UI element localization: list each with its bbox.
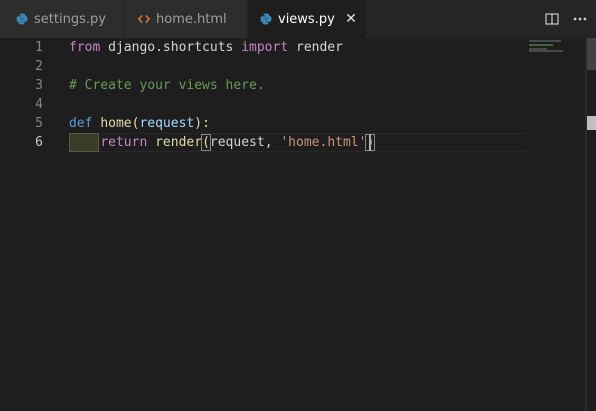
arguments: request,: [209, 135, 281, 150]
code-line-5: def home(request):: [69, 114, 210, 133]
minimap-line: [529, 40, 561, 42]
close-icon[interactable]: ✕: [344, 12, 358, 26]
editor-tab-bar: settings.py home.html views.py ✕: [0, 0, 596, 38]
html-icon: [137, 13, 151, 25]
minimap-line: [529, 50, 563, 52]
parameter: request: [139, 116, 195, 131]
line-number: 5: [35, 116, 43, 131]
code-text: django.shortcuts: [100, 40, 242, 55]
vertical-scrollbar[interactable]: [586, 38, 596, 411]
function-name: home: [100, 116, 132, 131]
bracket-match: (: [201, 134, 211, 151]
scrollbar-thumb[interactable]: [587, 38, 596, 70]
keyword: from: [69, 40, 101, 55]
line-number-gutter: 1 2 3 4 5 6: [0, 38, 50, 411]
tab-settings-py[interactable]: settings.py: [0, 0, 124, 38]
line-number: 2: [35, 59, 43, 74]
tab-home-html[interactable]: home.html: [124, 0, 248, 38]
keyword: return: [100, 135, 148, 150]
python-icon: [16, 13, 28, 25]
line-number: 4: [35, 97, 43, 112]
tab-label: home.html: [156, 11, 227, 27]
string-literal: 'home.html': [280, 135, 367, 150]
code-text: render: [288, 40, 343, 55]
editor-actions: [538, 0, 596, 38]
minimap-line: [529, 44, 553, 46]
function-name: render: [147, 135, 203, 150]
code-line-6: return render(request, 'home.html'): [69, 133, 376, 152]
paren: ):: [194, 116, 210, 131]
python-icon: [260, 13, 272, 25]
split-editor-icon[interactable]: [538, 5, 566, 33]
tab-views-py[interactable]: views.py ✕: [248, 0, 366, 38]
code-editor[interactable]: 1 2 3 4 5 6 from django.shortcuts import…: [0, 38, 596, 411]
tab-label: settings.py: [34, 11, 106, 27]
line-number: 1: [35, 40, 43, 55]
tab-label: views.py: [278, 11, 335, 27]
cursor-position-marker: [587, 116, 596, 130]
text-cursor: [369, 134, 371, 151]
line-number: 3: [35, 78, 43, 93]
more-actions-icon[interactable]: [566, 5, 594, 33]
code-line-3: # Create your views here.: [69, 78, 265, 93]
line-number: 6: [35, 135, 43, 150]
keyword: import: [241, 40, 289, 55]
keyword: def: [69, 116, 93, 131]
code-line-1: from django.shortcuts import render: [69, 38, 343, 57]
minimap[interactable]: [526, 38, 586, 78]
code-area[interactable]: from django.shortcuts import render # Cr…: [69, 38, 529, 411]
